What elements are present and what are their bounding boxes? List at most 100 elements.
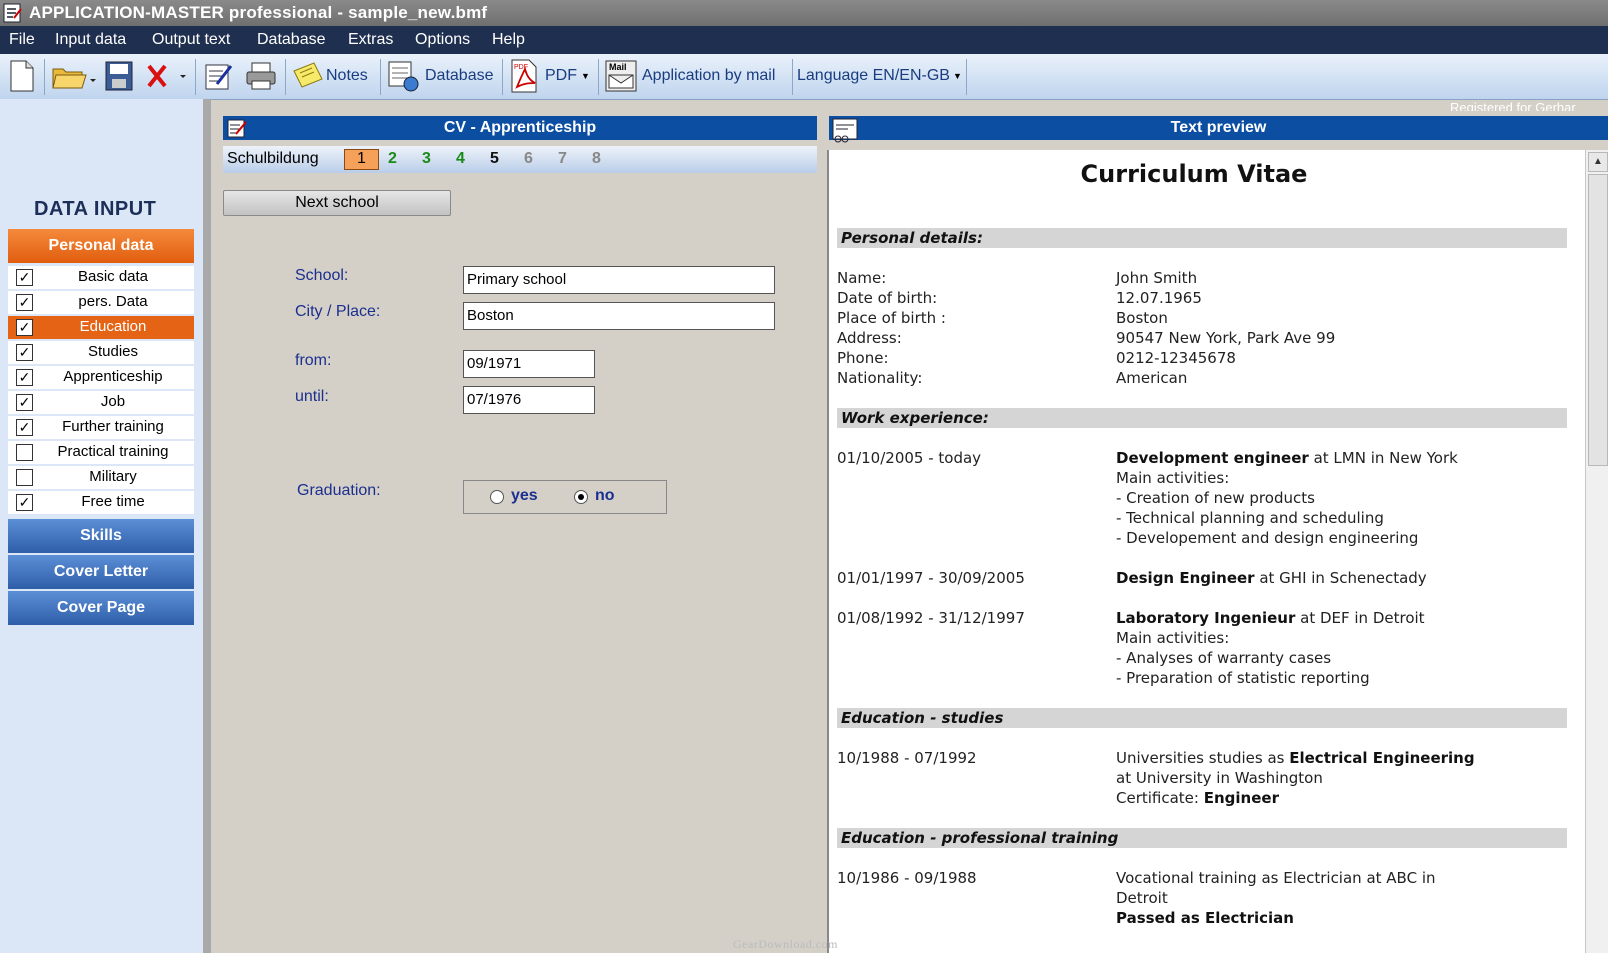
- work-line: - Developement and design engineering: [1116, 529, 1419, 547]
- menu-input-data[interactable]: Input data: [55, 26, 126, 54]
- tab-school-6[interactable]: 6: [524, 150, 533, 168]
- cover-page-header[interactable]: Cover Page: [8, 591, 194, 625]
- personal-data-header[interactable]: Personal data: [8, 229, 194, 263]
- job-title: Design Engineer: [1116, 569, 1255, 587]
- svg-text:Mail: Mail: [609, 62, 627, 72]
- menu-extras[interactable]: Extras: [348, 26, 393, 54]
- database-button[interactable]: Database: [387, 58, 494, 94]
- tab-bar-label: Schulbildung: [227, 150, 319, 167]
- menu-database[interactable]: Database: [257, 26, 326, 54]
- pdf-button[interactable]: PDF PDF ▼: [509, 58, 590, 94]
- sidebar-item-basic-data[interactable]: ✓ Basic data: [8, 266, 194, 291]
- app-icon: [3, 3, 22, 23]
- city-input[interactable]: Boston: [463, 302, 775, 330]
- detail-label: Phone:: [837, 349, 889, 367]
- tab-school-5[interactable]: 5: [490, 150, 499, 168]
- graduation-yes-radio[interactable]: [490, 490, 504, 504]
- until-input[interactable]: 07/1976: [463, 386, 595, 414]
- sidebar-item-military[interactable]: Military: [8, 466, 194, 491]
- edit-icon: [227, 119, 247, 138]
- section-heading: Education - studies: [837, 708, 1567, 728]
- notes-icon: [293, 62, 323, 88]
- sidebar-item-studies[interactable]: ✓ Studies: [8, 341, 194, 366]
- city-label: City / Place:: [295, 303, 381, 320]
- checkbox[interactable]: [16, 469, 33, 486]
- studies-line: Certificate: Engineer: [1116, 788, 1279, 808]
- language-button[interactable]: Language EN/EN-GB ▼: [797, 58, 962, 94]
- menu-help[interactable]: Help: [492, 26, 525, 54]
- studies-line: at University in Washington: [1116, 769, 1323, 787]
- delete-icon: [147, 64, 186, 88]
- checkbox[interactable]: [16, 444, 33, 461]
- mail-button[interactable]: Mail Application by mail: [604, 58, 775, 94]
- pdf-label: PDF: [545, 67, 577, 84]
- sidebar-item-apprenticeship[interactable]: ✓ Apprenticeship: [8, 366, 194, 391]
- menu-bar: File Input data Output text Database Ext…: [0, 26, 1608, 54]
- pdf-dropdown-icon[interactable]: ▼: [581, 71, 590, 81]
- watermark: GearDownload.com: [733, 937, 838, 951]
- sidebar-item-free-time[interactable]: ✓ Free time: [8, 491, 194, 516]
- sidebar-item-label: Education: [79, 318, 147, 335]
- scroll-thumb[interactable]: [1588, 174, 1608, 466]
- sidebar-item-label: pers. Data: [78, 293, 148, 310]
- window-title: APPLICATION-MASTER professional - sample…: [29, 3, 488, 22]
- from-input[interactable]: 09/1971: [463, 350, 595, 378]
- tab-school-8[interactable]: 8: [592, 150, 601, 168]
- checkbox[interactable]: ✓: [16, 394, 33, 411]
- edit-button[interactable]: [203, 58, 235, 94]
- detail-value: 0212-12345678: [1116, 349, 1236, 367]
- cover-letter-header[interactable]: Cover Letter: [8, 555, 194, 589]
- tab-school-2[interactable]: 2: [388, 150, 397, 168]
- detail-label: Address:: [837, 329, 902, 347]
- checkbox[interactable]: ✓: [16, 344, 33, 361]
- delete-button[interactable]: [146, 58, 190, 94]
- sidebar-item-label: Studies: [87, 343, 139, 360]
- sidebar-item-label: Military: [89, 468, 137, 485]
- splitter[interactable]: [203, 99, 211, 953]
- open-button[interactable]: [52, 58, 98, 94]
- skills-header[interactable]: Skills: [8, 519, 194, 553]
- sidebar-item-further-training[interactable]: ✓ Further training: [8, 416, 194, 441]
- tab-school-3[interactable]: 3: [422, 150, 431, 168]
- tab-school-1[interactable]: 1: [344, 149, 379, 170]
- checkbox[interactable]: ✓: [16, 269, 33, 286]
- checkbox[interactable]: ✓: [16, 294, 33, 311]
- sidebar-item-pers-data[interactable]: ✓ pers. Data: [8, 291, 194, 316]
- sidebar-item-label: Job: [100, 393, 126, 410]
- database-label: Database: [425, 67, 494, 84]
- sidebar-item-education[interactable]: ✓ Education: [8, 316, 194, 341]
- mail-icon: Mail: [605, 60, 637, 92]
- preview-scrollbar[interactable]: ▲: [1585, 150, 1608, 953]
- checkbox[interactable]: ✓: [16, 369, 33, 386]
- detail-value: John Smith: [1116, 269, 1198, 287]
- job-title: Laboratory Ingenieur: [1116, 609, 1296, 627]
- school-input[interactable]: Primary school: [463, 266, 775, 294]
- sidebar-item-job[interactable]: ✓ Job: [8, 391, 194, 416]
- detail-value: 12.07.1965: [1116, 289, 1202, 307]
- from-label: from:: [295, 352, 332, 369]
- menu-options[interactable]: Options: [415, 26, 470, 54]
- school-label: School:: [295, 267, 349, 284]
- graduation-no-radio[interactable]: [574, 490, 588, 504]
- studies-degree: Electrical Engineering: [1289, 749, 1475, 767]
- new-document-icon: [10, 60, 34, 92]
- checkbox[interactable]: ✓: [16, 319, 33, 336]
- doc-title: Curriculum Vitae: [1080, 160, 1308, 188]
- text-preview[interactable]: Curriculum Vitae Personal details: Name:…: [827, 150, 1587, 953]
- tab-school-7[interactable]: 7: [558, 150, 567, 168]
- next-school-button[interactable]: Next school: [223, 190, 451, 216]
- checkbox[interactable]: ✓: [16, 419, 33, 436]
- print-button[interactable]: [245, 58, 277, 94]
- mail-label: Application by mail: [642, 67, 776, 84]
- language-label: Language EN/EN-GB: [797, 67, 950, 84]
- tab-school-4[interactable]: 4: [456, 150, 465, 168]
- notes-button[interactable]: Notes: [292, 58, 368, 94]
- menu-file[interactable]: File: [9, 26, 35, 54]
- menu-output-text[interactable]: Output text: [152, 26, 230, 54]
- splitter[interactable]: [817, 112, 827, 953]
- checkbox[interactable]: ✓: [16, 494, 33, 511]
- scroll-up-icon[interactable]: ▲: [1588, 152, 1608, 172]
- save-button[interactable]: [104, 58, 134, 94]
- sidebar-item-practical-training[interactable]: Practical training: [8, 441, 194, 466]
- new-document-button[interactable]: [8, 58, 36, 94]
